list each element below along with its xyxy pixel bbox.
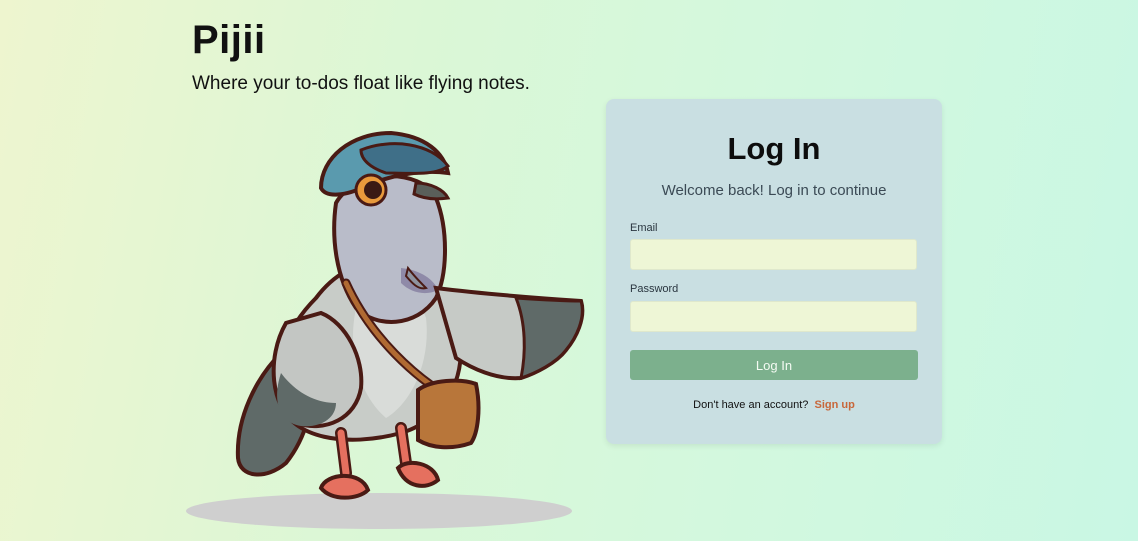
password-field[interactable]: [630, 301, 917, 332]
email-label: Email: [630, 222, 658, 234]
app-tagline: Where your to-dos float like flying note…: [192, 73, 530, 94]
password-label: Password: [630, 283, 679, 295]
login-button[interactable]: Log In: [630, 350, 918, 380]
email-field[interactable]: [630, 239, 917, 270]
login-subtitle: Welcome back! Log in to continue: [661, 182, 887, 199]
login-title: Log In: [727, 131, 821, 166]
signup-row: Don't have an account? Sign up: [606, 399, 942, 411]
pigeon-illustration: [186, 130, 585, 529]
login-card: Log In Welcome back! Log in to continue …: [606, 99, 942, 444]
signup-link[interactable]: Sign up: [814, 399, 854, 411]
signup-prompt: Don't have an account?: [693, 399, 809, 411]
app-title: Pijii: [192, 18, 266, 62]
